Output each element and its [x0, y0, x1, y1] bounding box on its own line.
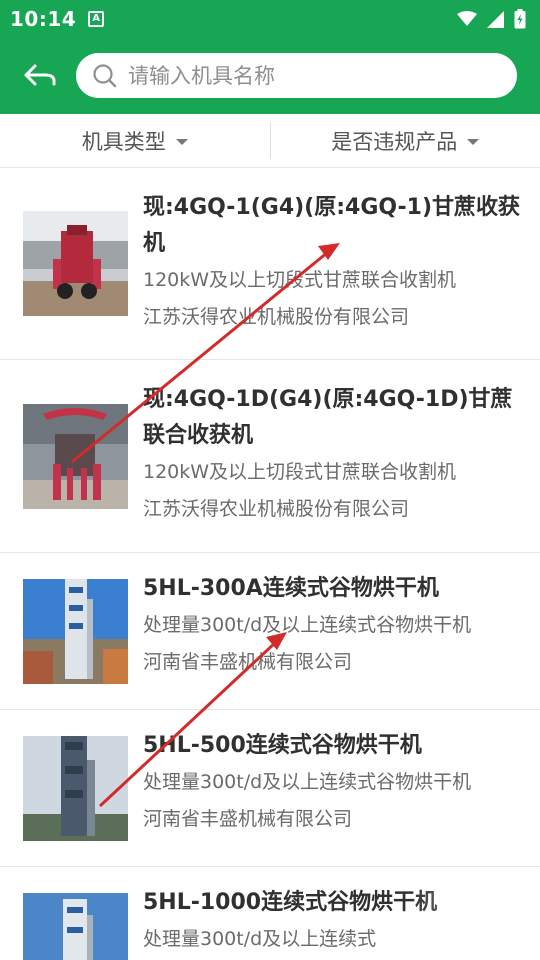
item-info: 5HL-300A连续式谷物烘干机 处理量300t/d及以上连续式谷物烘干机 河南…	[143, 571, 520, 681]
item-title: 5HL-500连续式谷物烘干机	[143, 733, 422, 758]
filter-machine-type-label: 机具类型	[81, 129, 166, 154]
battery-icon	[514, 9, 526, 29]
item-spec: 处理量300t/d及以上连续式谷物烘干机	[143, 771, 472, 793]
item-company: 江苏沃得农业机械股份有限公司	[143, 498, 410, 520]
list-item[interactable]: 现:4GQ-1D(G4)(原:4GQ-1D)甘蔗联合收获机 120kW及以上切段…	[0, 360, 540, 553]
item-company: 河南省丰盛机械有限公司	[143, 651, 353, 673]
chevron-down-icon	[467, 138, 480, 145]
status-icons	[457, 9, 526, 29]
filter-violation-label: 是否违规产品	[331, 129, 458, 154]
product-image	[23, 404, 128, 509]
item-spec: 120kW及以上切段式甘蔗联合收割机	[143, 269, 457, 291]
item-spec: 处理量300t/d及以上连续式谷物烘干机	[143, 614, 472, 636]
status-bar: 10:14 A	[0, 0, 540, 38]
product-image	[23, 211, 128, 316]
app-header	[0, 38, 540, 114]
search-input[interactable]	[128, 63, 488, 88]
item-company: 河南省丰盛机械有限公司	[143, 808, 353, 830]
product-image	[23, 893, 128, 960]
back-button[interactable]	[12, 48, 68, 104]
status-time: 10:14	[10, 7, 77, 31]
watermark	[410, 890, 540, 960]
back-arrow-icon	[24, 64, 56, 86]
notification-app-icon: A	[88, 11, 105, 27]
item-info: 现:4GQ-1D(G4)(原:4GQ-1D)甘蔗联合收获机 120kW及以上切段…	[143, 382, 520, 528]
item-title: 现:4GQ-1(G4)(原:4GQ-1)甘蔗收获机	[143, 195, 521, 256]
filter-machine-type[interactable]: 机具类型	[0, 114, 270, 167]
list-item[interactable]: 5HL-300A连续式谷物烘干机 处理量300t/d及以上连续式谷物烘干机 河南…	[0, 553, 540, 710]
product-image	[23, 579, 128, 684]
item-spec: 120kW及以上切段式甘蔗联合收割机	[143, 461, 457, 483]
list-item[interactable]: 现:4GQ-1(G4)(原:4GQ-1)甘蔗收获机 120kW及以上切段式甘蔗联…	[0, 168, 540, 360]
signal-icon	[487, 10, 504, 28]
wifi-icon	[457, 11, 477, 26]
product-image	[23, 736, 128, 841]
search-box[interactable]	[76, 53, 517, 98]
item-info: 5HL-500连续式谷物烘干机 处理量300t/d及以上连续式谷物烘干机 河南省…	[143, 728, 520, 838]
filter-violation[interactable]: 是否违规产品	[271, 114, 540, 167]
product-list: 现:4GQ-1(G4)(原:4GQ-1)甘蔗收获机 120kW及以上切段式甘蔗联…	[0, 168, 540, 960]
filter-bar: 机具类型 是否违规产品	[0, 114, 540, 168]
chevron-down-icon	[175, 138, 188, 145]
item-company: 江苏沃得农业机械股份有限公司	[143, 306, 410, 328]
item-title: 现:4GQ-1D(G4)(原:4GQ-1D)甘蔗联合收获机	[143, 387, 513, 448]
item-title: 5HL-300A连续式谷物烘干机	[143, 576, 439, 601]
search-icon	[93, 63, 117, 87]
list-item[interactable]: 5HL-500连续式谷物烘干机 处理量300t/d及以上连续式谷物烘干机 河南省…	[0, 710, 540, 867]
item-info: 现:4GQ-1(G4)(原:4GQ-1)甘蔗收获机 120kW及以上切段式甘蔗联…	[143, 190, 520, 336]
